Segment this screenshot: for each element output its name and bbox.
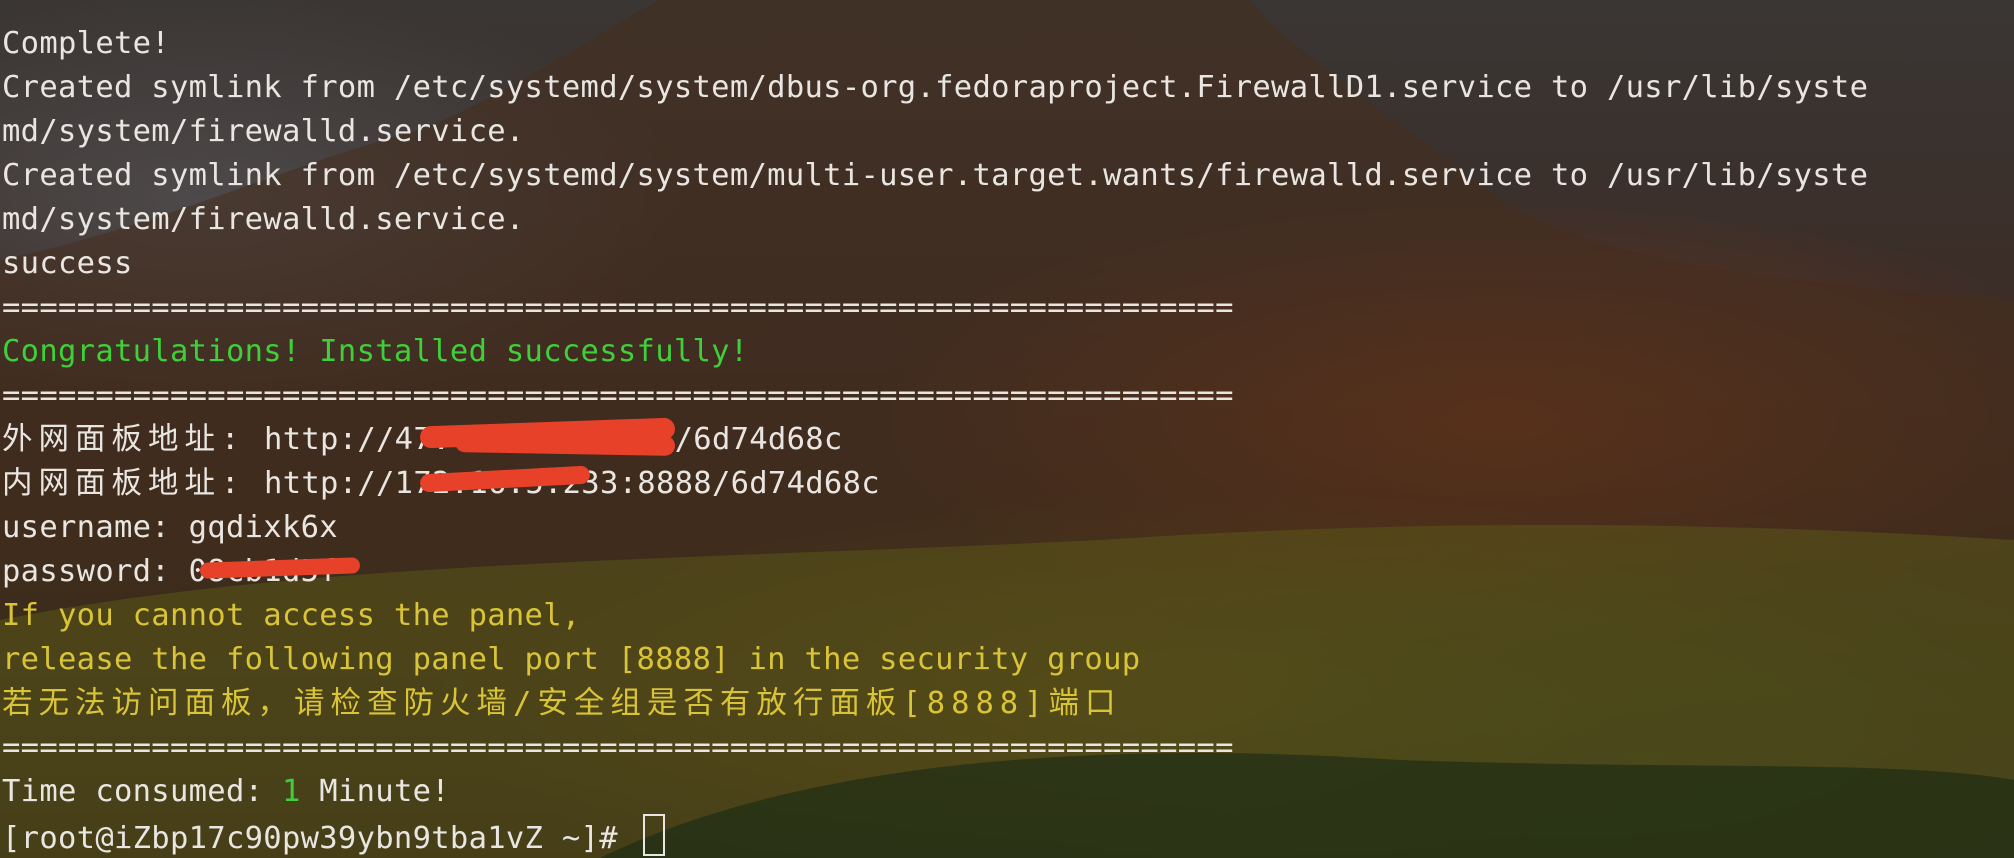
time-consumed-line: Time consumed: 1 Minute! [2, 770, 1868, 814]
output-line: Created symlink from /etc/systemd/system… [2, 158, 1869, 193]
external-address-label: 外网面板地址: [2, 422, 246, 457]
output-line: success [2, 246, 133, 281]
username-line: username: gqdixk6x [2, 510, 338, 545]
output-line: Complete! [2, 26, 170, 61]
warning-line: release the following panel port [8888] … [2, 642, 1141, 677]
separator-line: ========================================… [2, 378, 1234, 413]
warning-line-chinese: 若无法访问面板，请检查防火墙/安全组是否有放行面板[8888]端口 [2, 686, 1122, 721]
internal-address-label: 内网面板地址: [2, 466, 246, 501]
text-cursor[interactable] [642, 814, 665, 856]
time-suffix: Minute! [300, 774, 450, 809]
external-address-line: 外网面板地址: http://47. .227:8888/6d74d68c [2, 418, 1868, 462]
success-message: Congratulations! Installed successfully! [2, 334, 749, 369]
warning-line: If you cannot access the panel, [2, 598, 581, 633]
output-line: md/system/firewalld.service. [2, 114, 525, 149]
separator-line: ========================================… [2, 290, 1234, 325]
output-line: md/system/firewalld.service. [2, 202, 525, 237]
output-line: Created symlink from /etc/systemd/system… [2, 70, 1869, 105]
password-label: password: [2, 554, 189, 589]
prompt-line[interactable]: [root@iZbp17c90pw39ybn9tba1vZ ~]# [2, 814, 1868, 858]
time-value: 1 [281, 774, 301, 809]
internal-address-line: 内网面板地址: http://172.16.5.233:8888/6d74d68… [2, 462, 1868, 506]
redaction-mark [454, 432, 676, 456]
separator-line: ========================================… [2, 730, 1234, 765]
shell-prompt: [root@iZbp17c90pw39ybn9tba1vZ ~]# [2, 821, 637, 856]
terminal-output[interactable]: Complete! Created symlink from /etc/syst… [2, 22, 1868, 858]
terminal-window[interactable]: Complete! Created symlink from /etc/syst… [0, 0, 2014, 858]
time-prefix: Time consumed: [2, 774, 282, 809]
